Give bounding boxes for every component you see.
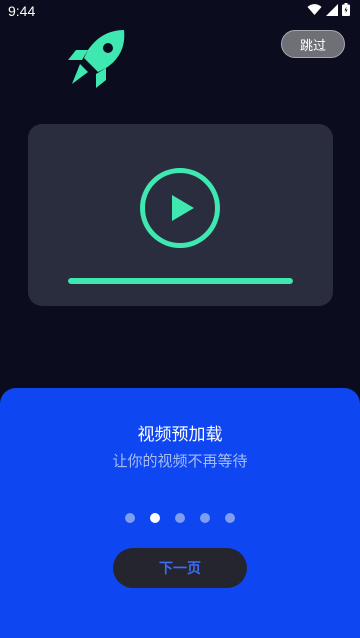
- play-icon: [172, 195, 194, 221]
- panel-subtitle: 让你的视频不再等待: [112, 452, 248, 470]
- page-indicator: [0, 513, 360, 523]
- play-button[interactable]: [140, 168, 220, 248]
- page-dot: [225, 513, 235, 523]
- video-progress-bar: [68, 278, 293, 284]
- video-progress-fill: [68, 278, 293, 284]
- wifi-icon: [307, 3, 322, 16]
- battery-icon: [342, 3, 350, 16]
- signal-icon: [326, 3, 338, 16]
- status-bar: 9:44: [0, 0, 360, 24]
- panel-title: 视频预加载: [137, 425, 223, 445]
- status-time: 9:44: [8, 3, 36, 19]
- next-page-button[interactable]: 下一页: [113, 548, 247, 588]
- rocket-icon: [64, 28, 128, 88]
- page-dot: [125, 513, 135, 523]
- status-icons: [307, 3, 350, 16]
- page-dot: [175, 513, 185, 523]
- page-dot: [150, 513, 160, 523]
- onboarding-panel: 视频预加载 让你的视频不再等待 下一页: [0, 388, 360, 638]
- skip-button[interactable]: 跳过: [281, 30, 345, 58]
- page-dot: [200, 513, 210, 523]
- video-preview-card: [28, 124, 333, 306]
